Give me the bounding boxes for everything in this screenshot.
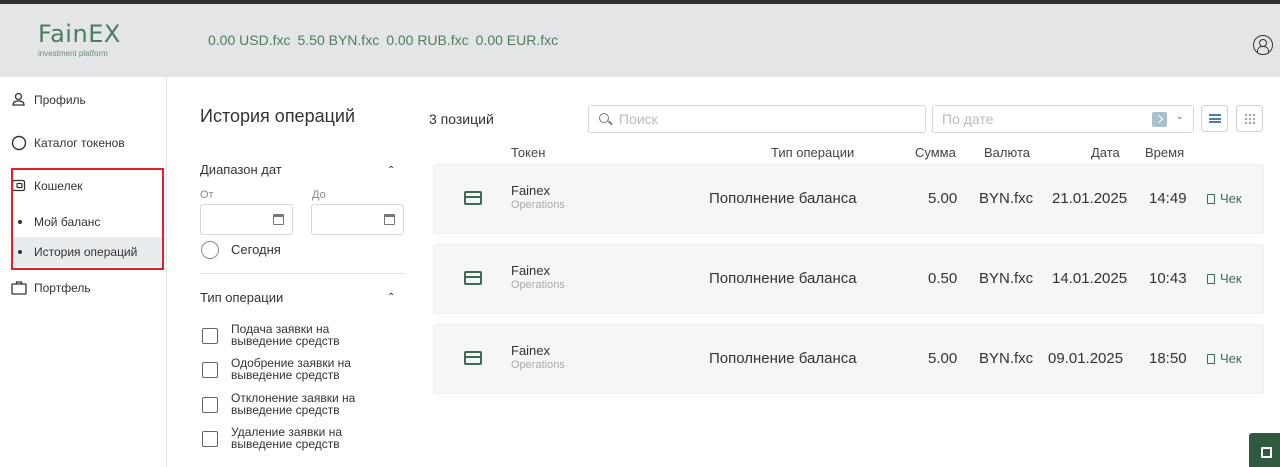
list-view-button[interactable]	[1201, 105, 1228, 132]
account-icon[interactable]	[1253, 35, 1273, 55]
date-apply-icon[interactable]	[1152, 112, 1167, 127]
balance-eur: 0.00 EUR.fxc	[475, 32, 559, 48]
chevron-down-icon[interactable]: ⌄	[1176, 111, 1184, 122]
receipt-label: Чек	[1220, 351, 1242, 366]
receipt-label: Чек	[1220, 271, 1242, 286]
checkbox[interactable]	[202, 362, 218, 378]
amount: 5.00	[928, 350, 958, 367]
balance-rub: 0.00 RUB.fxc	[386, 32, 469, 48]
balance-byn: 5.50 BYN.fxc	[297, 32, 380, 48]
date: 14.01.2025	[1052, 270, 1128, 287]
search-icon	[599, 113, 609, 123]
sidebar-item-label: Портфель	[34, 281, 91, 295]
currency: BYN.fxc	[979, 350, 1034, 367]
amount: 0.50	[928, 270, 958, 287]
list-icon	[1209, 114, 1221, 123]
date-range-title[interactable]: Диапазон дат	[200, 162, 282, 177]
grid-view-button[interactable]	[1236, 105, 1263, 132]
calendar-icon[interactable]	[273, 214, 284, 225]
date-to-label: До	[312, 189, 326, 201]
document-icon	[1207, 354, 1215, 364]
user-icon	[12, 92, 25, 106]
header: FainEX investment platform 0.00 USD.fxc 5…	[0, 4, 1280, 77]
column-header-token: Токен	[511, 145, 546, 160]
date: 09.01.2025	[1048, 350, 1124, 367]
column-header-time: Время	[1145, 145, 1185, 160]
search-box[interactable]	[588, 105, 926, 133]
checkbox-label: Удаление заявки на выведение средств	[231, 425, 343, 451]
document-icon	[1207, 274, 1215, 284]
page-title: История операций	[200, 106, 356, 126]
receipt-label: Чек	[1220, 191, 1242, 206]
op-type-title[interactable]: Тип операции	[200, 290, 283, 305]
credit-card-icon	[464, 351, 482, 365]
logo-name: FainEX	[38, 20, 121, 48]
sidebar-item-catalog[interactable]: Каталог токенов	[0, 128, 166, 158]
calendar-icon[interactable]	[384, 214, 395, 225]
receipt-link[interactable]: Чек	[1207, 191, 1242, 206]
document-icon	[1207, 194, 1215, 204]
checkbox[interactable]	[202, 397, 218, 413]
support-widget-icon[interactable]	[1249, 433, 1280, 467]
operation-type: Пополнение баланса	[709, 270, 857, 287]
grid-icon	[1244, 113, 1256, 125]
amount: 5.00	[928, 190, 958, 207]
checkbox-label: Подача заявки на выведение средств	[231, 322, 340, 348]
date: 21.01.2025	[1052, 190, 1128, 207]
credit-card-icon	[464, 271, 482, 285]
search-input[interactable]	[619, 111, 909, 127]
chevron-up-icon[interactable]: ⌃	[387, 292, 395, 303]
results-count: 3 позиций	[429, 111, 494, 127]
checkbox[interactable]	[202, 431, 218, 447]
checkbox[interactable]	[202, 328, 218, 344]
sidebar: Профиль Каталог токенов Кошелек Мой бала…	[0, 77, 167, 467]
token-subtitle: Operations	[511, 279, 565, 291]
date-filter[interactable]: ⌄	[932, 105, 1194, 133]
currency: BYN.fxc	[979, 270, 1034, 287]
token-name: Fainex	[511, 263, 551, 278]
receipt-link[interactable]: Чек	[1207, 351, 1242, 366]
time: 10:43	[1149, 270, 1187, 287]
date-to-input[interactable]	[311, 204, 404, 235]
date-filter-input[interactable]	[942, 111, 1142, 127]
chevron-up-icon[interactable]: ⌃	[387, 165, 395, 176]
token-subtitle: Operations	[511, 359, 565, 371]
balance-usd: 0.00 USD.fxc	[208, 32, 291, 48]
credit-card-icon	[464, 191, 482, 205]
today-label: Сегодня	[231, 242, 281, 257]
today-radio[interactable]	[201, 241, 219, 259]
logo[interactable]: FainEX investment platform	[38, 20, 148, 59]
divider	[200, 273, 405, 274]
column-header-currency: Валюта	[984, 145, 1030, 160]
briefcase-icon	[11, 281, 27, 295]
date-from-label: От	[200, 189, 214, 201]
table-row[interactable]: Fainex Operations Пополнение баланса 5.0…	[433, 324, 1264, 394]
token-name: Fainex	[511, 183, 551, 198]
time: 18:50	[1149, 350, 1187, 367]
operation-type: Пополнение баланса	[709, 190, 857, 207]
circle-icon	[11, 135, 27, 151]
receipt-link[interactable]: Чек	[1207, 271, 1242, 286]
sidebar-item-label: Каталог токенов	[34, 136, 125, 150]
checkbox-label: Отклонение заявки на выведение средств	[231, 391, 356, 417]
balance-bar: 0.00 USD.fxc 5.50 BYN.fxc 0.00 RUB.fxc 0.00…	[208, 32, 565, 48]
logo-tagline: investment platform	[38, 49, 108, 58]
time: 14:49	[1149, 190, 1187, 207]
sidebar-item-label: Профиль	[34, 93, 86, 107]
column-header-type: Тип операции	[771, 145, 855, 160]
currency: BYN.fxc	[979, 190, 1034, 207]
token-subtitle: Operations	[511, 199, 565, 211]
highlight-box	[11, 168, 164, 270]
column-header-amount: Сумма	[915, 145, 956, 160]
sidebar-item-profile[interactable]: Профиль	[0, 85, 166, 115]
sidebar-item-portfolio[interactable]: Портфель	[0, 273, 166, 303]
column-header-date: Дата	[1091, 145, 1120, 160]
date-from-input[interactable]	[200, 204, 293, 235]
table-row[interactable]: Fainex Operations Пополнение баланса 5.0…	[433, 164, 1264, 234]
checkbox-label: Одобрение заявки на выведение средств	[231, 356, 351, 382]
token-name: Fainex	[511, 343, 551, 358]
operation-type: Пополнение баланса	[709, 350, 857, 367]
table-row[interactable]: Fainex Operations Пополнение баланса 0.5…	[433, 244, 1264, 314]
